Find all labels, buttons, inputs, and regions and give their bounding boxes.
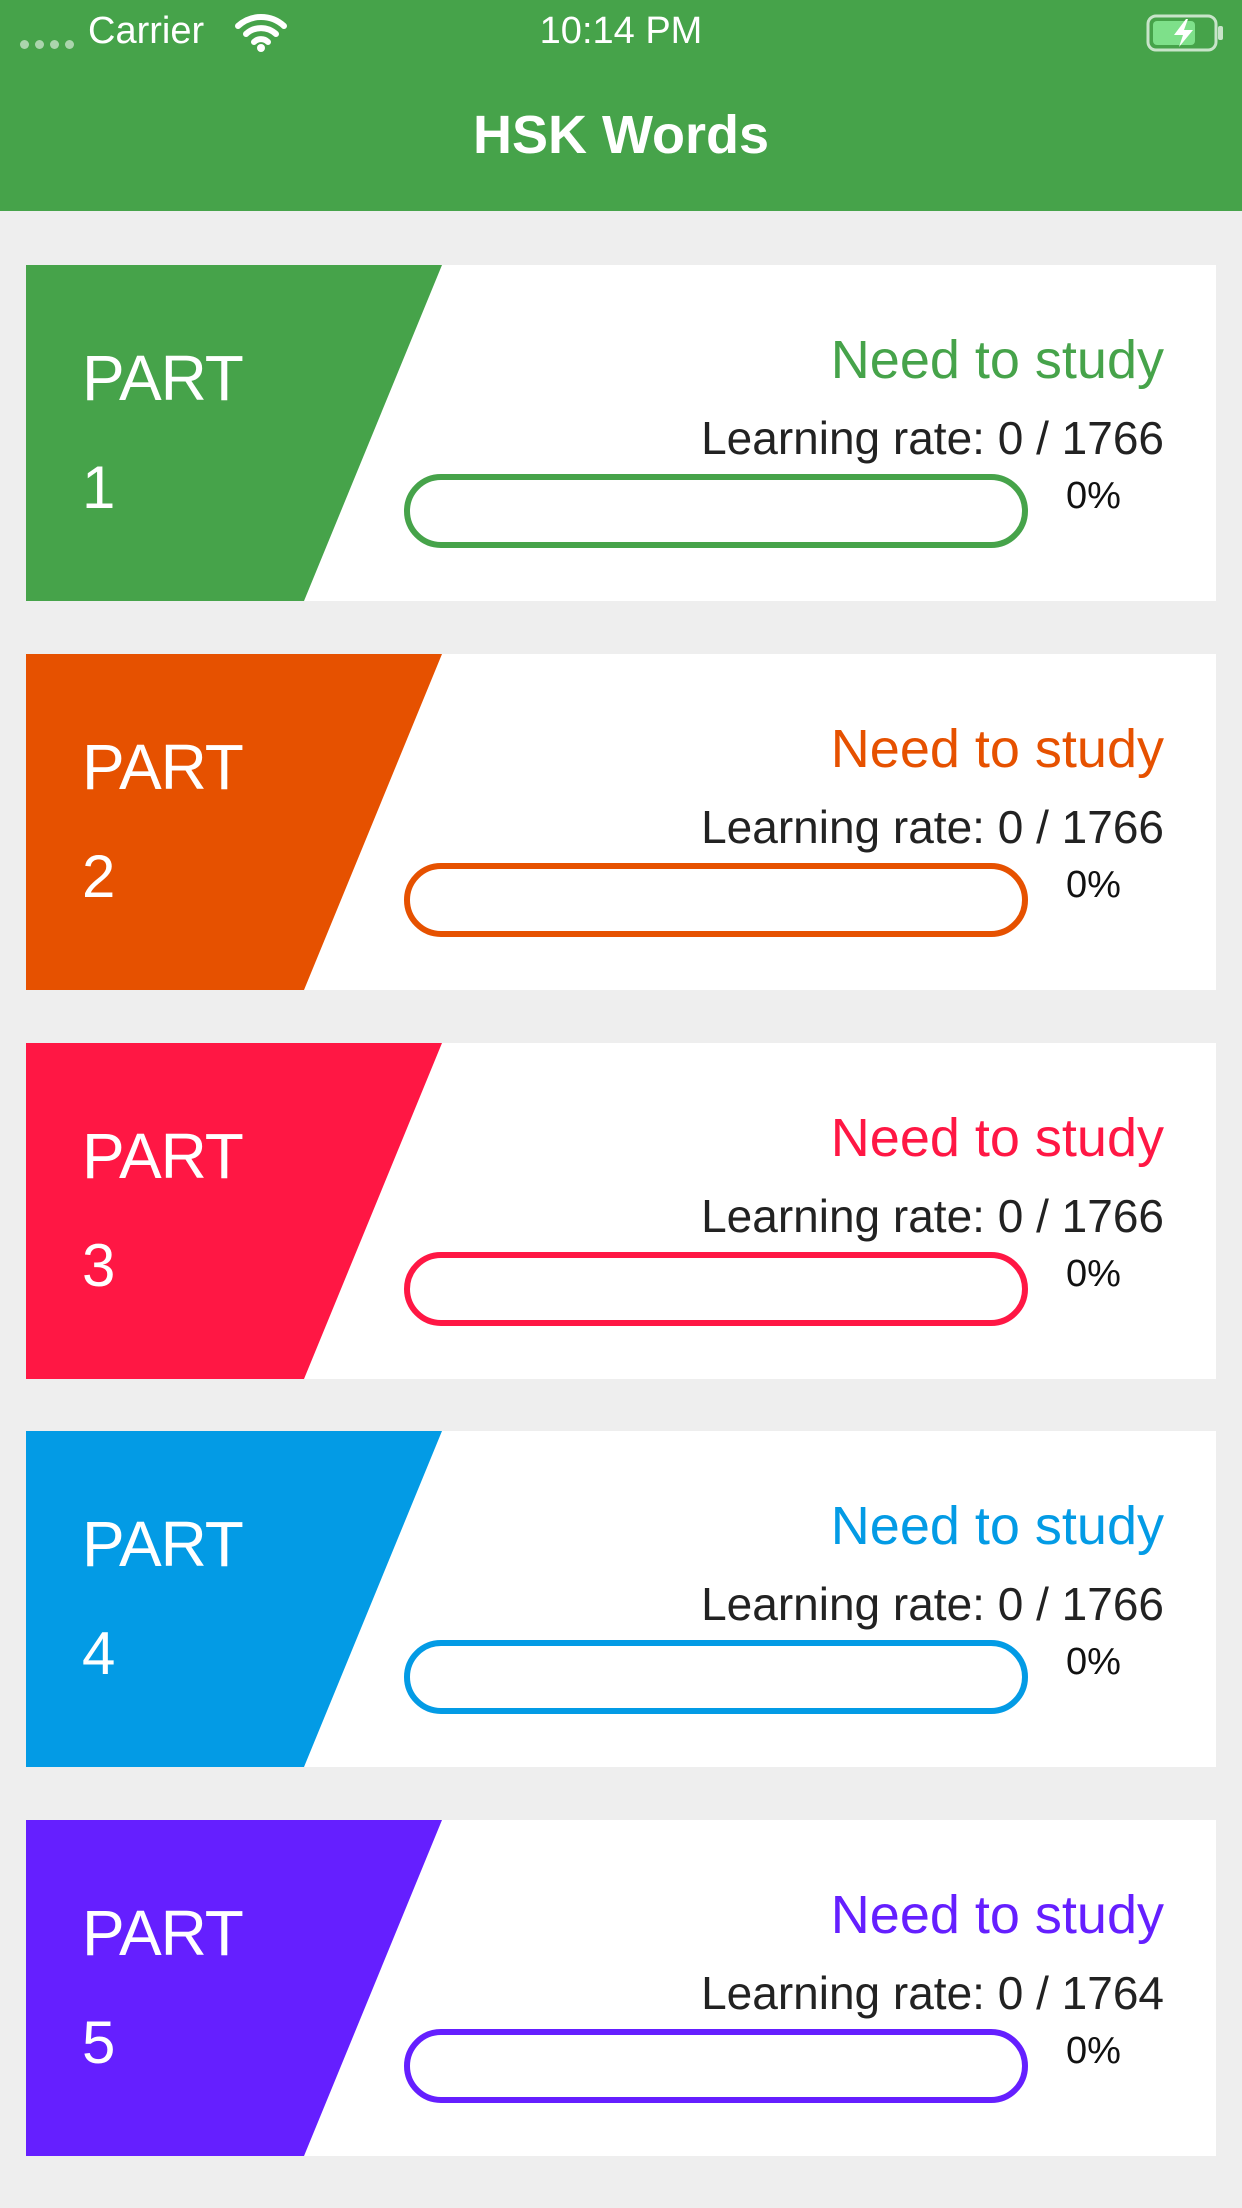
status-bar: Carrier 10:14 PM [0, 0, 1242, 64]
study-status: Need to study [830, 1885, 1164, 1945]
part-number: 4 [82, 1620, 116, 1687]
learning-rate: Learning rate: 0 / 1764 [701, 1967, 1164, 2019]
battery-charging-icon [1146, 14, 1223, 52]
part-label: PART [82, 731, 244, 803]
part-number: 3 [82, 1232, 116, 1299]
top-bar: Carrier 10:14 PM HSK Words [0, 0, 1242, 211]
progress-bar [404, 474, 1028, 548]
part-tag: PART 3 [26, 1043, 446, 1379]
progress-percent: 0% [1066, 1253, 1121, 1295]
part-label: PART [82, 1508, 244, 1580]
part-tag-shape [26, 265, 442, 601]
part-tag: PART 1 [26, 265, 446, 601]
part-tag-shape [26, 1043, 442, 1379]
progress-percent: 0% [1066, 475, 1121, 517]
part-number: 2 [82, 843, 116, 910]
progress-bar [404, 863, 1028, 937]
part-card[interactable]: PART 5 Need to study Learning rate: 0 / … [26, 1820, 1216, 2156]
status-time: 10:14 PM [539, 10, 703, 52]
part-tag-shape [26, 654, 442, 990]
part-label: PART [82, 1120, 244, 1192]
progress-percent: 0% [1066, 864, 1121, 906]
part-label: PART [82, 1897, 244, 1969]
part-tag: PART 4 [26, 1431, 446, 1767]
study-status: Need to study [830, 1496, 1164, 1556]
progress-bar [404, 1640, 1028, 1714]
page-title: HSK Words [472, 105, 770, 165]
part-tag: PART 2 [26, 654, 446, 990]
study-status: Need to study [830, 330, 1164, 390]
progress-bar [404, 1252, 1028, 1326]
progress-percent: 0% [1066, 1641, 1121, 1683]
learning-rate: Learning rate: 0 / 1766 [701, 1578, 1164, 1630]
part-tag: PART 5 [26, 1820, 446, 2156]
part-tag-shape [26, 1431, 442, 1767]
study-status: Need to study [830, 719, 1164, 779]
study-status: Need to study [830, 1108, 1164, 1168]
part-label: PART [82, 342, 244, 414]
part-tag-shape [26, 1820, 442, 2156]
part-card[interactable]: PART 1 Need to study Learning rate: 0 / … [26, 265, 1216, 601]
learning-rate: Learning rate: 0 / 1766 [701, 1190, 1164, 1242]
part-number: 5 [82, 2009, 116, 2076]
part-card[interactable]: PART 2 Need to study Learning rate: 0 / … [26, 654, 1216, 990]
learning-rate: Learning rate: 0 / 1766 [701, 412, 1164, 464]
part-card[interactable]: PART 4 Need to study Learning rate: 0 / … [26, 1431, 1216, 1767]
learning-rate: Learning rate: 0 / 1766 [701, 801, 1164, 853]
part-number: 1 [82, 454, 116, 521]
progress-bar [404, 2029, 1028, 2103]
part-card[interactable]: PART 3 Need to study Learning rate: 0 / … [26, 1043, 1216, 1379]
progress-percent: 0% [1066, 2030, 1121, 2072]
